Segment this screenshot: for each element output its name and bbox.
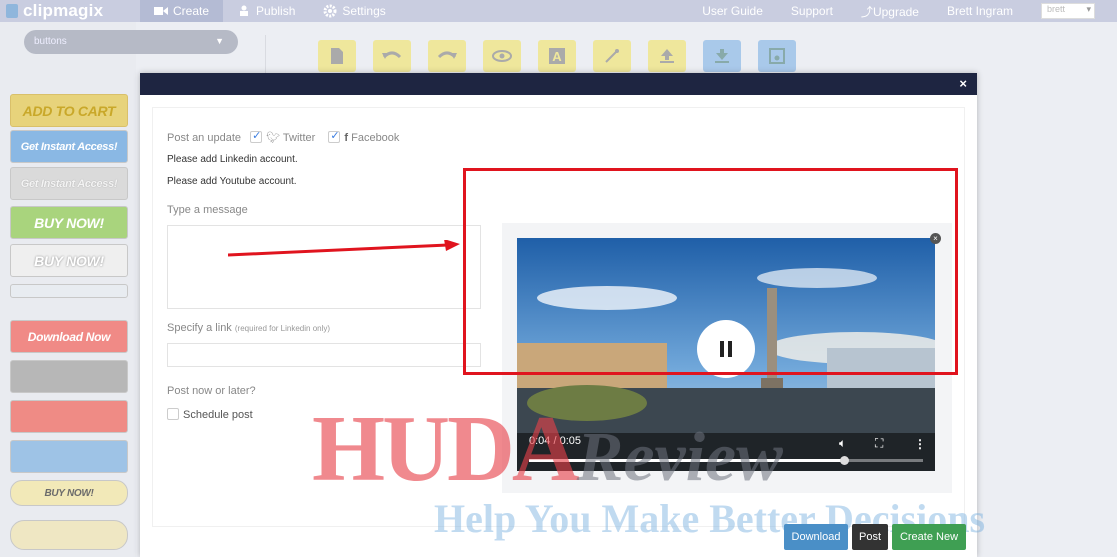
- download-icon: [715, 49, 729, 63]
- youtube-note: Please add Youtube account.: [167, 176, 297, 187]
- twitter-bird-icon: 🐦︎: [266, 132, 281, 144]
- nav-publish-label: Publish: [256, 4, 296, 18]
- logo-text: clipmagix: [23, 1, 104, 20]
- logo-mark-icon: [6, 4, 18, 18]
- save-button[interactable]: [758, 40, 796, 72]
- template-cream-button[interactable]: [10, 520, 128, 550]
- facebook-f-icon: f: [344, 132, 349, 144]
- template-thumbnail-strip[interactable]: [10, 284, 128, 298]
- link-input[interactable]: [167, 343, 481, 367]
- upgrade-arrow-icon: ⤴: [860, 4, 873, 19]
- post-when-label: Post now or later?: [167, 385, 256, 397]
- message-textarea[interactable]: [167, 225, 481, 309]
- text-icon: A: [549, 48, 565, 64]
- nav-settings-label: Settings: [342, 4, 386, 18]
- redo-icon: [437, 51, 457, 59]
- post-button[interactable]: Post: [852, 524, 888, 550]
- schedule-post-option[interactable]: Schedule post: [167, 408, 253, 421]
- upgrade-label: Upgrade: [872, 4, 919, 19]
- twitter-label: Twitter: [282, 132, 316, 144]
- top-navigation-bar: clipmagix Create Publish Settings User G…: [0, 0, 1117, 22]
- modal-header: ×: [140, 73, 977, 95]
- template-blue-button[interactable]: [10, 440, 128, 473]
- category-select[interactable]: buttons ▼: [24, 30, 238, 54]
- magic-wand-icon: [605, 49, 619, 63]
- undo-icon: [382, 51, 402, 59]
- template-add-to-cart[interactable]: ADD TO CART: [10, 94, 128, 127]
- upload-icon: [660, 49, 674, 63]
- volume-icon[interactable]: 🔈︎: [839, 436, 846, 451]
- upload-button[interactable]: [648, 40, 686, 72]
- gear-icon: [323, 4, 337, 18]
- post-update-label: Post an update: [167, 132, 242, 144]
- watermark-review: Review: [576, 419, 783, 496]
- link-hint: (required for Linkedin only): [234, 324, 331, 333]
- nav-right-links: User Guide Support ⤴Upgrade Brett Ingram…: [702, 0, 1117, 22]
- download-toolbar-button[interactable]: [703, 40, 741, 72]
- undo-button[interactable]: [373, 40, 411, 72]
- editor-toolbar: A: [318, 40, 813, 72]
- modal-close-button[interactable]: ×: [959, 76, 967, 91]
- post-update-row: Post an update 🐦︎ Twitter f Facebook: [167, 129, 400, 144]
- new-file-button[interactable]: [318, 40, 356, 72]
- more-options-icon[interactable]: ⋮: [914, 437, 926, 451]
- link-label-row: Specify a link (required for Linkedin on…: [167, 322, 330, 334]
- template-grey-button[interactable]: [10, 360, 128, 393]
- template-get-instant-access-blue[interactable]: Get Instant Access!: [10, 130, 128, 163]
- new-file-icon: [331, 48, 343, 64]
- link-label: Specify a link: [167, 322, 232, 334]
- upgrade-link[interactable]: ⤴Upgrade: [861, 3, 919, 20]
- nav-settings[interactable]: Settings: [309, 0, 399, 22]
- template-sidebar: ADD TO CART Get Instant Access! Get Inst…: [0, 22, 136, 557]
- save-icon: [769, 48, 785, 64]
- facebook-label: Facebook: [351, 132, 400, 144]
- message-label: Type a message: [167, 204, 248, 216]
- create-new-button[interactable]: Create New: [892, 524, 966, 550]
- chevron-down-icon: ▼: [215, 36, 224, 46]
- redo-button[interactable]: [428, 40, 466, 72]
- support-link[interactable]: Support: [791, 4, 833, 18]
- twitter-checkbox[interactable]: [250, 129, 263, 143]
- panel-divider: [265, 35, 266, 75]
- watermark-huda: HUDA: [312, 397, 580, 501]
- nav-create[interactable]: Create: [140, 0, 224, 22]
- download-button[interactable]: Download: [784, 524, 848, 550]
- category-select-value: buttons: [34, 36, 67, 47]
- linkedin-note: Please add Linkedin account.: [167, 154, 298, 165]
- fullscreen-icon[interactable]: ⛶: [875, 436, 883, 451]
- red-arrow-annotation: [228, 240, 460, 257]
- highlight-box: [463, 168, 958, 375]
- twitter-option[interactable]: 🐦︎ Twitter: [250, 129, 316, 144]
- facebook-option[interactable]: f Facebook: [328, 129, 400, 144]
- nav-publish[interactable]: Publish: [223, 0, 309, 22]
- svg-text:A: A: [552, 49, 562, 64]
- schedule-post-label: Schedule post: [183, 409, 253, 421]
- nav-create-label: Create: [173, 4, 210, 18]
- template-download-now[interactable]: Download Now: [10, 320, 128, 353]
- video-camera-icon: [154, 7, 168, 15]
- preview-eye-icon: [492, 50, 512, 62]
- schedule-post-checkbox[interactable]: [167, 408, 179, 420]
- effects-button[interactable]: [593, 40, 631, 72]
- app-logo[interactable]: clipmagix: [0, 0, 140, 22]
- user-select[interactable]: brett: [1041, 3, 1095, 19]
- user-name-link[interactable]: Brett Ingram: [947, 4, 1013, 18]
- template-buy-now-white[interactable]: BUY NOW!: [10, 244, 128, 277]
- template-red-button[interactable]: [10, 400, 128, 433]
- text-button[interactable]: A: [538, 40, 576, 72]
- template-get-instant-access-grey[interactable]: Get Instant Access!: [10, 167, 128, 200]
- template-buy-now-pill[interactable]: BUY NOW!: [10, 480, 128, 506]
- facebook-checkbox[interactable]: [328, 129, 341, 143]
- template-buy-now-green[interactable]: BUY NOW!: [10, 206, 128, 239]
- user-guide-link[interactable]: User Guide: [702, 4, 763, 18]
- preview-button[interactable]: [483, 40, 521, 72]
- people-icon: [240, 5, 249, 16]
- watermark-main: HUDAReview: [312, 402, 783, 505]
